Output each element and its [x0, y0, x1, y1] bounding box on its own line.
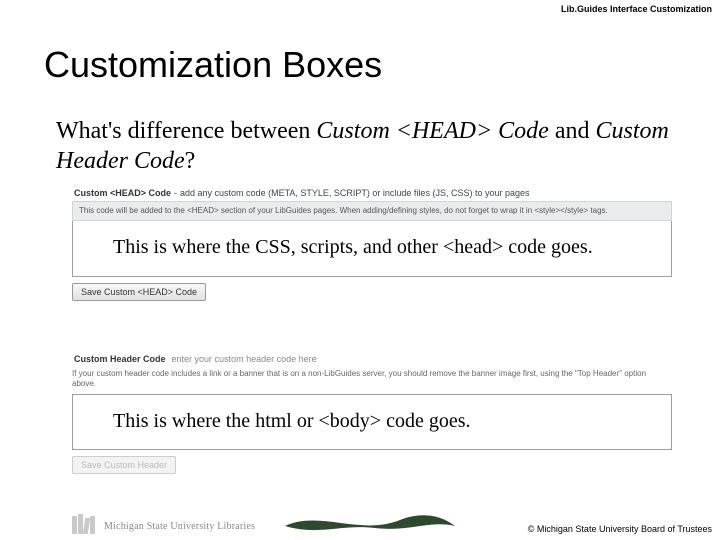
page-header-label: Lib.Guides Interface Customization [561, 4, 712, 14]
question-text: What's difference between Custom <HEAD> … [56, 116, 680, 176]
panel-title: Custom Header Code [74, 354, 166, 364]
question-prefix: What's difference between [56, 118, 316, 144]
question-mid: and [549, 118, 596, 144]
swoosh-icon [280, 502, 460, 538]
panel-title-bar: Custom <HEAD> Code-add any custom code (… [72, 186, 672, 201]
panel-hint: enter your custom header code here [172, 354, 317, 364]
panel-title-bar: Custom Header Code enter your custom head… [72, 352, 672, 367]
header-code-textarea[interactable]: This is where the html or <body> code go… [72, 394, 672, 450]
save-header-code-button[interactable]: Save Custom Header [72, 456, 176, 474]
copyright-text: © Michigan State University Board of Tru… [528, 524, 712, 534]
head-code-textarea[interactable]: This is where the CSS, scripts, and othe… [72, 221, 672, 277]
save-head-code-button[interactable]: Save Custom <HEAD> Code [72, 283, 206, 301]
panel-helper-text: This code will be added to the <HEAD> se… [72, 201, 672, 221]
page-title: Customization Boxes [44, 44, 382, 86]
question-term-1: Custom <HEAD> Code [316, 118, 548, 144]
question-suffix: ? [185, 148, 196, 174]
panel-title: Custom <HEAD> Code [74, 188, 171, 198]
footer: Michigan State University Libraries © Mi… [0, 504, 720, 540]
custom-head-code-panel: Custom <HEAD> Code-add any custom code (… [72, 186, 672, 301]
books-icon [72, 514, 98, 534]
panel-helper-text: If your custom header code includes a li… [72, 367, 672, 392]
panel-subtitle: add any custom code (META, STYLE, SCRIPT… [180, 188, 529, 198]
footer-logo-text: Michigan State University Libraries [104, 521, 255, 532]
custom-header-code-panel: Custom Header Code enter your custom head… [72, 352, 672, 474]
